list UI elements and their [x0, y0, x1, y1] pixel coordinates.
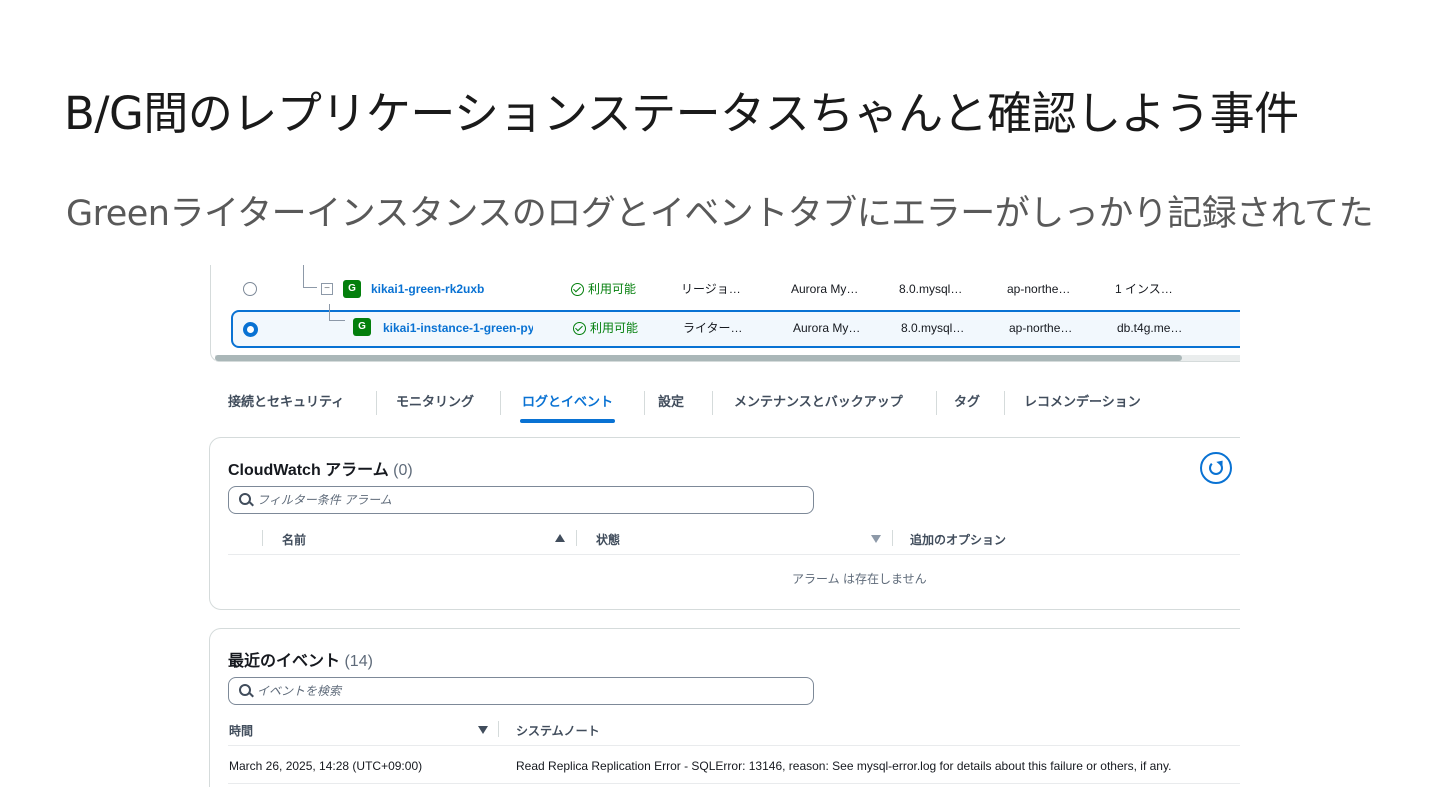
instance-identifier-link[interactable]: kikai1-instance-1-green-pyil: [383, 310, 533, 346]
instance-row-selected[interactable]: G kikai1-instance-1-green-pyil 利用可能 ライター…: [231, 304, 1240, 348]
alarms-count: (0): [393, 462, 413, 479]
green-badge: G: [353, 318, 371, 336]
slide-title: B/G間のレプリケーションステータスちゃんと確認しよう事件: [64, 87, 1299, 140]
sort-descending-icon[interactable]: [478, 726, 488, 734]
tab-logs-events[interactable]: ログとイベント: [519, 383, 616, 423]
collapse-icon[interactable]: −: [321, 283, 333, 295]
tab-divider: [712, 391, 713, 415]
events-count: (14): [344, 653, 373, 670]
column-header-time[interactable]: 時間: [229, 722, 253, 739]
column-divider: [892, 530, 893, 546]
tab-divider: [644, 391, 645, 415]
recent-events-panel: 最近のイベント (14) イベントを検索 時間 システムノート March 26…: [209, 628, 1240, 787]
search-icon: [239, 493, 251, 505]
header-divider: [228, 745, 1240, 746]
column-header-name[interactable]: 名前: [282, 531, 306, 548]
rds-console-screenshot: − G kikai1-green-rk2uxb 利用可能 リージョ… Auror…: [208, 265, 1240, 787]
event-note: Read Replica Replication Error - SQLErro…: [516, 759, 1172, 773]
size-cell: db.t4g.me…: [1117, 321, 1183, 335]
tab-recommendations[interactable]: レコメンデーション: [1024, 383, 1141, 421]
alarms-filter-placeholder: フィルター条件 アラーム: [257, 493, 392, 507]
tab-tags[interactable]: タグ: [954, 383, 980, 421]
region-cell: ap-northe…: [1007, 282, 1071, 296]
instance-identifier-link[interactable]: kikai1-green-rk2uxb: [371, 271, 484, 307]
events-heading: 最近のイベント (14): [228, 647, 373, 671]
column-header-state[interactable]: 状態: [596, 531, 620, 548]
green-badge: G: [343, 280, 361, 298]
column-divider: [262, 530, 263, 546]
event-time: March 26, 2025, 14:28 (UTC+09:00): [229, 759, 423, 773]
version-cell: 8.0.mysql…: [899, 282, 963, 296]
tab-monitoring[interactable]: モニタリング: [396, 383, 474, 421]
check-circle-icon: [571, 283, 584, 296]
tab-configuration[interactable]: 設定: [658, 383, 684, 421]
status-cell: 利用可能: [571, 271, 636, 307]
instances-table: − G kikai1-green-rk2uxb 利用可能 リージョ… Auror…: [210, 265, 1240, 362]
header-divider: [228, 554, 1240, 555]
scrollbar-thumb[interactable]: [215, 355, 1183, 361]
tree-connector: [329, 320, 345, 321]
alarms-heading: CloudWatch アラーム (0): [228, 456, 413, 480]
refresh-icon: [1209, 461, 1223, 475]
row-radio-checked[interactable]: [243, 322, 258, 337]
tab-divider: [1004, 391, 1005, 415]
tab-divider: [500, 391, 501, 415]
alarms-title: CloudWatch アラーム: [228, 462, 389, 479]
sort-descending-icon[interactable]: [871, 535, 881, 543]
events-title: 最近のイベント: [228, 653, 341, 670]
size-cell: 1 インス…: [1115, 282, 1173, 296]
tab-divider: [936, 391, 937, 415]
instance-row[interactable]: − G kikai1-green-rk2uxb 利用可能 リージョ… Auror…: [231, 271, 1240, 307]
detail-tabs: 接続とセキュリティ モニタリング ログとイベント 設定 メンテナンスとバックアッ…: [228, 383, 1240, 423]
row-radio[interactable]: [243, 282, 257, 296]
sort-ascending-icon[interactable]: [555, 534, 565, 542]
tab-divider: [376, 391, 377, 415]
role-cell: ライター…: [683, 321, 743, 335]
engine-cell: Aurora My…: [791, 282, 859, 296]
region-cell: ap-northe…: [1009, 321, 1073, 335]
alarms-filter-input[interactable]: フィルター条件 アラーム: [228, 486, 814, 514]
tree-connector: [329, 304, 330, 320]
alarms-empty-state: アラーム は存在しません: [792, 572, 927, 586]
events-search-placeholder: イベントを検索: [257, 684, 342, 698]
role-cell: リージョ…: [681, 282, 741, 296]
events-search-input[interactable]: イベントを検索: [228, 677, 814, 705]
tab-connectivity[interactable]: 接続とセキュリティ: [228, 383, 344, 421]
column-header-options[interactable]: 追加のオプション: [910, 531, 1006, 548]
horizontal-scrollbar[interactable]: [215, 355, 1240, 361]
row-divider: [228, 783, 1240, 784]
cloudwatch-alarms-panel: CloudWatch アラーム (0) フィルター条件 アラーム 名前 状態 追…: [209, 437, 1240, 610]
version-cell: 8.0.mysql…: [901, 321, 965, 335]
tab-maintenance-backup[interactable]: メンテナンスとバックアップ: [734, 383, 903, 421]
check-circle-icon: [573, 322, 586, 335]
status-cell: 利用可能: [573, 310, 638, 346]
column-divider: [576, 530, 577, 546]
status-text: 利用可能: [588, 282, 637, 296]
slide-subtitle: Greenライターインスタンスのログとイベントタブにエラーがしっかり記録されてた: [66, 194, 1374, 234]
refresh-button[interactable]: [1200, 452, 1232, 484]
status-text: 利用可能: [590, 321, 639, 335]
engine-cell: Aurora My…: [793, 321, 861, 335]
column-header-system-note[interactable]: システムノート: [516, 722, 600, 739]
column-divider: [498, 721, 499, 737]
search-icon: [239, 684, 251, 696]
